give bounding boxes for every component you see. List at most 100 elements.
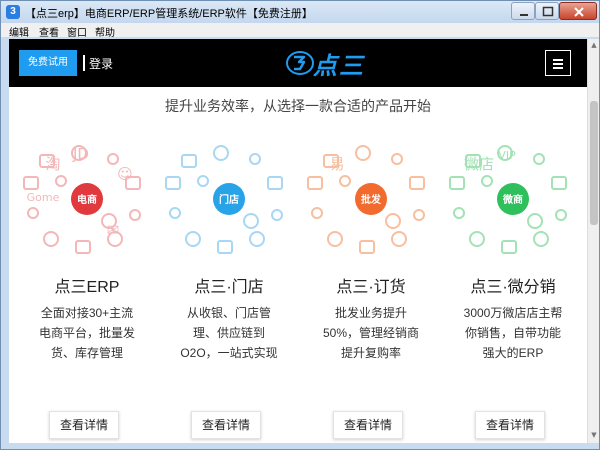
- hamburger-icon: [553, 59, 563, 61]
- product-icon-cluster-icon: 易批发: [307, 145, 425, 254]
- decorative-icon: [555, 209, 567, 221]
- decorative-icon: [391, 153, 403, 165]
- decorative-icon: [307, 176, 323, 190]
- vertical-scrollbar[interactable]: ▲ ▼: [587, 39, 599, 443]
- decorative-glyph: 微店: [464, 155, 494, 173]
- decorative-icon: [339, 175, 351, 187]
- description-line: 50%，管理经销商: [322, 326, 420, 340]
- decorative-icon: [327, 231, 343, 247]
- decorative-icon: [43, 231, 59, 247]
- decorative-icon: [165, 176, 181, 190]
- decorative-glyph: 易: [329, 155, 344, 173]
- decorative-icon: [181, 154, 197, 168]
- view-details-button[interactable]: 查看详情: [191, 411, 261, 439]
- decorative-icon: [55, 175, 67, 187]
- close-button[interactable]: [559, 2, 597, 20]
- product-icon-cluster-icon: 门店: [165, 145, 283, 254]
- description-line: 全面对接30+主流: [40, 306, 134, 320]
- title-bar[interactable]: 3 【点三erp】电商ERP/ERP管理系统/ERP软件【免费注册】: [1, 1, 599, 23]
- decorative-glyph: Gome: [27, 191, 60, 204]
- logo-text: 点三: [313, 53, 365, 80]
- product-description: 全面对接30+主流 电商平台，批量发 货、库存管理: [35, 303, 139, 363]
- menu-bar: 编辑 查看 窗口 帮助: [1, 23, 599, 39]
- site-header: 免费试用 登录 点三: [9, 39, 587, 87]
- badge-label: 门店: [219, 193, 239, 206]
- view-details-button[interactable]: 查看详情: [475, 411, 545, 439]
- description-line: 理、供应链到: [192, 326, 265, 340]
- decorative-icon: [449, 176, 465, 190]
- decorative-icon: [527, 213, 543, 229]
- scrollbar-thumb[interactable]: [590, 101, 598, 225]
- decorative-icon: [385, 213, 401, 229]
- close-icon: [574, 7, 584, 17]
- decorative-icon: [27, 207, 39, 219]
- minimize-button[interactable]: [511, 2, 535, 20]
- view-details-button[interactable]: 查看详情: [333, 411, 403, 439]
- description-line: 提升复购率: [340, 346, 401, 360]
- view-details-button[interactable]: 查看详情: [49, 411, 119, 439]
- scroll-up-icon[interactable]: ▲: [590, 41, 598, 49]
- menu-window[interactable]: 窗口: [67, 24, 87, 39]
- description-line: 货、库存管理: [50, 346, 123, 360]
- decorative-icon: [533, 153, 545, 165]
- product-name: 点三ERP: [54, 279, 120, 296]
- app-window: 3 【点三erp】电商ERP/ERP管理系统/ERP软件【免费注册】 编辑 查看…: [0, 0, 600, 450]
- decorative-glyph: JD: [72, 145, 89, 163]
- decorative-icon: [107, 153, 119, 165]
- decorative-icon: [413, 209, 425, 221]
- hamburger-menu-button[interactable]: [545, 50, 571, 76]
- login-link[interactable]: 登录: [89, 55, 113, 72]
- description-line: O2O，一站式实现: [180, 346, 278, 360]
- decorative-icon: [355, 145, 371, 161]
- badge-label: 批发: [361, 193, 382, 206]
- decorative-icon: [213, 145, 229, 161]
- decorative-icon: [75, 240, 91, 254]
- description-line: 从收银、门店管: [186, 306, 271, 320]
- product-description: 3000万微店店主帮 你销售，自带功能 强大的ERP: [461, 303, 565, 363]
- badge-label: 电商: [77, 193, 97, 206]
- scroll-down-icon[interactable]: ▼: [590, 431, 598, 439]
- menu-edit[interactable]: 编辑: [9, 24, 29, 39]
- web-content: 免费试用 登录 点三 提升业务效率，从选择一款合适的产品开始 淘 JD Gome ☺ ✉…: [9, 39, 587, 443]
- decorative-icon: [533, 231, 549, 247]
- free-trial-button[interactable]: 免费试用: [19, 50, 77, 76]
- product-name: 点三·门店: [194, 279, 264, 296]
- menu-help[interactable]: 帮助: [95, 24, 115, 39]
- decorative-icon: [481, 175, 493, 187]
- decorative-icon: [249, 231, 265, 247]
- decorative-glyph: ☺: [117, 165, 133, 183]
- decorative-icon: [501, 240, 517, 254]
- decorative-icon: [169, 207, 181, 219]
- decorative-icon: [185, 231, 201, 247]
- decorative-icon: [453, 207, 465, 219]
- decorative-glyph: VIP: [498, 149, 516, 162]
- description-line: 你销售，自带功能: [464, 326, 561, 340]
- decorative-icon: [359, 240, 375, 254]
- product-description: 批发业务提升 50%，管理经销商 提升复购率: [319, 303, 423, 363]
- product-name: 点三·订货: [336, 279, 406, 296]
- decorative-glyph: ✉: [107, 221, 120, 239]
- decorative-icon: [243, 213, 259, 229]
- header-divider: [83, 55, 85, 71]
- decorative-icon: [551, 176, 567, 190]
- decorative-icon: [129, 209, 141, 221]
- decorative-icon: [469, 231, 485, 247]
- menu-view[interactable]: 查看: [39, 24, 59, 39]
- maximize-button[interactable]: [535, 2, 559, 20]
- description-line: 3000万微店店主帮: [463, 306, 563, 320]
- decorative-icon: [249, 153, 261, 165]
- description-line: 电商平台，批量发: [38, 326, 135, 340]
- window-title: 【点三erp】电商ERP/ERP管理系统/ERP软件【免费注册】: [25, 8, 313, 20]
- decorative-icon: [311, 207, 323, 219]
- decorative-icon: [409, 176, 425, 190]
- minimize-icon: [520, 14, 528, 16]
- decorative-icon: [267, 176, 283, 190]
- product-icon-cluster-icon: 微店 VIP 微商: [449, 145, 567, 254]
- description-line: 批发业务提升: [334, 306, 407, 320]
- decorative-icon: [217, 240, 233, 254]
- product-description: 从收银、门店管 理、供应链到 O2O，一站式实现: [177, 303, 281, 363]
- decorative-icon: [23, 176, 39, 190]
- maximize-icon: [542, 6, 554, 17]
- decorative-icon: [391, 231, 407, 247]
- badge-label: 微商: [502, 193, 523, 206]
